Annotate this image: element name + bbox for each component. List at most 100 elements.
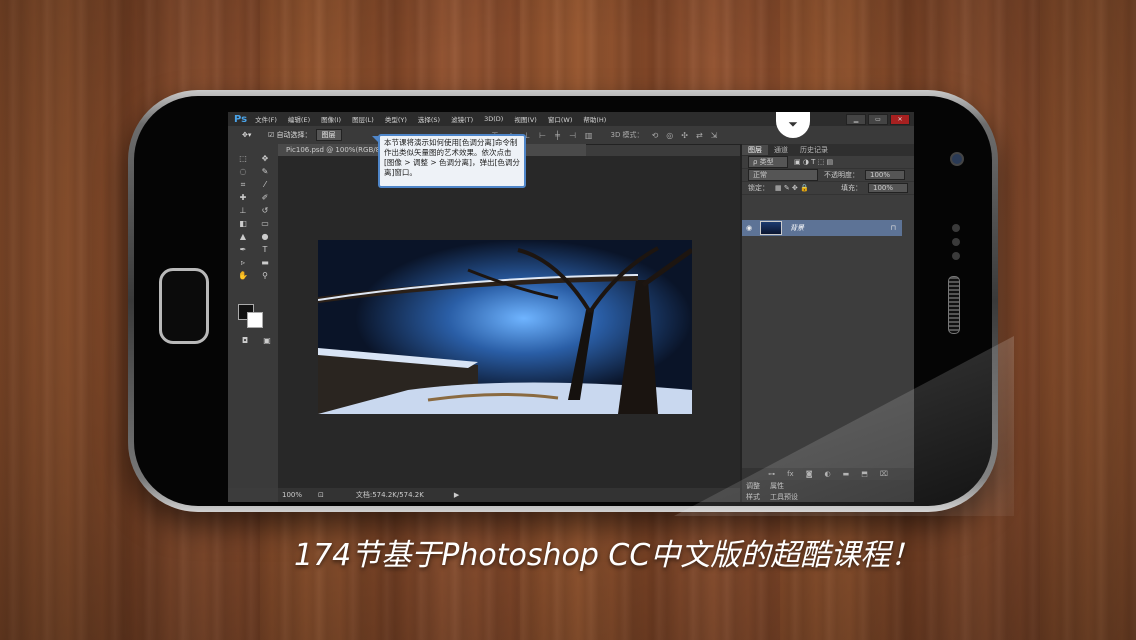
ps-logo: Ps — [234, 113, 248, 125]
auto-select-checkbox[interactable]: ☑ 自动选择： — [268, 130, 312, 140]
trash-icon[interactable]: ⌧ — [880, 470, 888, 478]
new-layer-icon[interactable]: ⬒ — [861, 470, 868, 478]
menu-select[interactable]: 选择(S) — [418, 114, 440, 124]
pen-tool-icon[interactable]: ✒ — [234, 245, 252, 255]
layer-filter-row: ρ 类型 ▣ ◑ T ⬚ ▤ — [742, 156, 914, 169]
layer-background[interactable]: ◉ 背景 ⊓ — [742, 220, 902, 236]
phone-frame: Ps 文件(F) 编辑(E) 图像(I) 图层(L) 类型(Y) 选择(S) 滤… — [128, 90, 1014, 516]
tab-history[interactable]: 历史记录 — [794, 145, 834, 155]
home-button[interactable] — [159, 268, 209, 344]
tab-layers[interactable]: 图层 — [742, 145, 768, 155]
menu-layer[interactable]: 图层(L) — [352, 114, 374, 124]
layers-panel: 图层 通道 历史记录 ρ 类型 ▣ ◑ T ⬚ ▤ 正常 不透明度： 100% … — [740, 144, 914, 502]
lock-label: 锁定： — [748, 184, 769, 192]
promo-caption: 174节基于Photoshop CC中文版的超酷课程！ — [294, 538, 921, 573]
distribute-icon[interactable]: ▥ — [585, 131, 593, 140]
marquee-tool-icon[interactable]: ⬚ — [234, 154, 252, 164]
panel-tabs: 图层 通道 历史记录 — [742, 144, 914, 156]
dodge-tool-icon[interactable]: ● — [256, 232, 274, 242]
layer-filter-select[interactable]: ρ 类型 — [748, 156, 788, 168]
menu-filter[interactable]: 滤镜(T) — [451, 114, 473, 124]
lock-icon: ⊓ — [890, 224, 896, 232]
link-layers-icon[interactable]: ⊶ — [768, 470, 775, 478]
screen-mode-icon[interactable]: ▣ — [258, 336, 276, 346]
eyedropper-tool-icon[interactable]: ⁄ — [256, 180, 274, 190]
mask-icon[interactable]: ◙ — [806, 470, 813, 478]
opacity-field[interactable]: 100% — [865, 170, 905, 180]
slide-3d-icon[interactable]: ⇄ — [696, 131, 703, 140]
fx-icon[interactable]: fx — [787, 470, 794, 478]
close-icon[interactable]: ✕ — [890, 114, 910, 125]
zoom-tool-icon[interactable]: ⚲ — [256, 271, 274, 281]
zoom-level[interactable]: 100% — [282, 491, 318, 499]
mode-3d-icons: ⟲ ◎ ✣ ⇄ ⇲ — [652, 131, 718, 140]
menu-edit[interactable]: 编辑(E) — [288, 114, 310, 124]
minimize-icon[interactable]: ▁ — [846, 114, 866, 125]
canvas-area[interactable] — [278, 156, 740, 488]
menu-3d[interactable]: 3D(D) — [484, 115, 503, 123]
fill-label: 填充： — [841, 184, 862, 192]
tab-properties[interactable]: 属性 — [770, 481, 784, 491]
quick-mask-icon[interactable]: ◘ — [236, 336, 254, 346]
align-right-icon[interactable]: ⊣ — [569, 131, 576, 140]
brush-tool-icon[interactable]: ✐ — [256, 193, 274, 203]
align-left-icon[interactable]: ⊢ — [539, 131, 546, 140]
mode-3d-label: 3D 模式： — [610, 131, 644, 139]
eye-icon[interactable]: ◉ — [742, 224, 756, 232]
menu-image[interactable]: 图像(I) — [321, 114, 341, 124]
quick-select-tool-icon[interactable]: ✎ — [256, 167, 274, 177]
status-menu-arrow[interactable]: ▶ — [454, 491, 459, 499]
align-center-icon[interactable]: ╪ — [555, 131, 560, 140]
sensor-dot — [952, 224, 960, 232]
tab-styles[interactable]: 样式 — [746, 492, 760, 502]
drag-3d-icon[interactable]: ✣ — [681, 131, 688, 140]
shape-tool-icon[interactable]: ▬ — [256, 258, 274, 268]
menu-help[interactable]: 帮助(H) — [583, 114, 606, 124]
path-select-icon[interactable]: ▹ — [234, 258, 252, 268]
maximize-icon[interactable]: ▭ — [868, 114, 888, 125]
layer-thumbnail — [760, 221, 782, 235]
type-tool-icon[interactable]: T — [256, 245, 274, 255]
history-brush-icon[interactable]: ↺ — [256, 206, 274, 216]
menu-view[interactable]: 视图(V) — [514, 114, 537, 124]
photoshop-screen: Ps 文件(F) 编辑(E) 图像(I) 图层(L) 类型(Y) 选择(S) 滤… — [228, 112, 914, 502]
sensor-dot — [952, 252, 960, 260]
hand-tool-icon[interactable]: ✋ — [234, 271, 252, 281]
lesson-tooltip: 本节课将演示如何使用[色调分离]命令制作出类似矢量图的艺术效果。依次点击[图像 … — [372, 134, 526, 188]
menu-window[interactable]: 窗口(W) — [548, 114, 573, 124]
lasso-tool-icon[interactable]: ◌ — [234, 167, 252, 177]
background-color-swatch[interactable] — [247, 312, 263, 328]
blend-mode-select[interactable]: 正常 — [748, 169, 818, 181]
opacity-label: 不透明度： — [824, 171, 859, 179]
menu-bar: Ps 文件(F) 编辑(E) 图像(I) 图层(L) 类型(Y) 选择(S) 滤… — [228, 112, 914, 126]
rotate-3d-icon[interactable]: ⟲ — [652, 131, 659, 140]
tab-adjustments[interactable]: 调整 — [746, 481, 760, 491]
tab-tool-presets[interactable]: 工具预设 — [770, 492, 798, 502]
adjustment-icon[interactable]: ◐ — [824, 470, 830, 478]
lock-icons[interactable]: ▦ ✎ ✥ 🔒 — [775, 184, 809, 192]
speaker-grille — [948, 276, 960, 334]
stamp-tool-icon[interactable]: ⊥ — [234, 206, 252, 216]
blur-tool-icon[interactable]: ▲ — [234, 232, 252, 242]
menu-type[interactable]: 类型(Y) — [385, 114, 407, 124]
layer-name: 背景 — [790, 224, 804, 232]
sensor-dot — [952, 238, 960, 246]
tools-panel: ⬚ ✥ ◌ ✎ ⌗ ⁄ ✚ ✐ ⊥ ↺ ◧ ▭ ▲ ● ✒ T ▹ ▬ ✋ ⚲ … — [228, 144, 279, 488]
blend-row: 正常 不透明度： 100% — [742, 169, 914, 182]
status-export-icon[interactable]: ⊡ — [318, 491, 324, 499]
menu-file[interactable]: 文件(F) — [255, 114, 277, 124]
crop-tool-icon[interactable]: ⌗ — [234, 180, 252, 190]
window-controls: ▁ ▭ ✕ — [846, 114, 910, 125]
gradient-tool-icon[interactable]: ▭ — [256, 219, 274, 229]
roll-3d-icon[interactable]: ◎ — [666, 131, 673, 140]
move-tool-icon[interactable]: ✥▾ — [242, 131, 260, 139]
tab-channels[interactable]: 通道 — [768, 145, 794, 155]
move-tool-icon[interactable]: ✥ — [256, 154, 274, 164]
fill-field[interactable]: 100% — [868, 183, 908, 193]
auto-select-dropdown[interactable]: 图层 — [315, 129, 342, 141]
healing-tool-icon[interactable]: ✚ — [234, 193, 252, 203]
group-icon[interactable]: ▬ — [843, 470, 850, 478]
scale-3d-icon[interactable]: ⇲ — [711, 131, 718, 140]
eraser-tool-icon[interactable]: ◧ — [234, 219, 252, 229]
status-bar: 100% ⊡ 文档:574.2K/574.2K ▶ — [278, 488, 740, 502]
